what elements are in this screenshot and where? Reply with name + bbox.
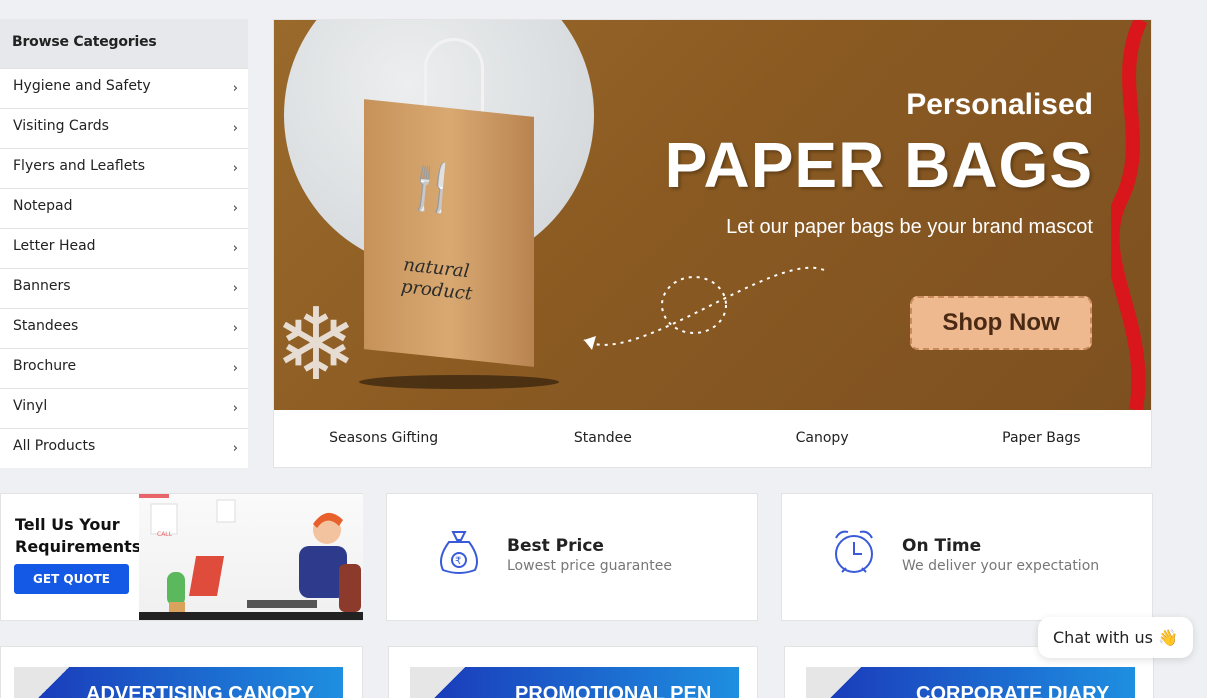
sidebar-item-letter-head[interactable]: Letter Head › bbox=[0, 228, 248, 268]
chat-with-us-button[interactable]: Chat with us 👋 bbox=[1038, 617, 1193, 658]
sidebar-item-label: Notepad bbox=[13, 198, 73, 214]
sidebar-item-label: Hygiene and Safety bbox=[13, 78, 151, 94]
sidebar-item-hygiene-and-safety[interactable]: Hygiene and Safety › bbox=[0, 68, 248, 108]
sidebar-item-label: Brochure bbox=[13, 358, 77, 374]
money-bag-icon: ₹ bbox=[437, 528, 481, 587]
best-price-card: ₹ Best Price Lowest price guarantee bbox=[386, 493, 758, 621]
sidebar-item-label: Flyers and Leaflets bbox=[13, 158, 146, 174]
chevron-right-icon: › bbox=[232, 241, 238, 256]
best-price-title: Best Price bbox=[507, 536, 604, 556]
tab-canopy[interactable]: Canopy bbox=[713, 410, 932, 467]
product-card-advertising-canopy[interactable]: ADVERTISING CANOPY bbox=[0, 646, 363, 698]
get-quote-card: Tell Us Your Requirements GET QUOTE CALL bbox=[0, 493, 363, 621]
product-banner: CORPORATE DIARY bbox=[806, 667, 1135, 698]
sidebar-item-label: All Products bbox=[13, 438, 96, 454]
waving-hand-icon: 👋 bbox=[1158, 628, 1178, 647]
alarm-clock-icon bbox=[830, 528, 878, 587]
product-banner-label: CORPORATE DIARY bbox=[916, 683, 1110, 698]
chevron-right-icon: › bbox=[232, 401, 238, 416]
hero-banner-image[interactable]: 🍴 natural product ❄ Personalised PAPER BA… bbox=[274, 20, 1151, 410]
chevron-right-icon: › bbox=[232, 321, 238, 336]
sidebar-item-label: Letter Head bbox=[13, 238, 96, 254]
chevron-right-icon: › bbox=[232, 441, 238, 456]
tab-seasons-gifting[interactable]: Seasons Gifting bbox=[274, 410, 493, 467]
sidebar-heading: Browse Categories bbox=[0, 19, 248, 68]
sidebar-item-standees[interactable]: Standees › bbox=[0, 308, 248, 348]
sidebar-item-vinyl[interactable]: Vinyl › bbox=[0, 388, 248, 428]
chevron-right-icon: › bbox=[232, 361, 238, 376]
sidebar-item-flyers-and-leaflets[interactable]: Flyers and Leaflets › bbox=[0, 148, 248, 188]
support-agent-illustration: CALL bbox=[139, 494, 363, 620]
on-time-card: On Time We deliver your expectation bbox=[781, 493, 1153, 621]
tab-paper-bags[interactable]: Paper Bags bbox=[932, 410, 1151, 467]
tab-standee[interactable]: Standee bbox=[493, 410, 712, 467]
best-price-subtitle: Lowest price guarantee bbox=[507, 558, 672, 574]
banner-pretitle: Personalised bbox=[906, 88, 1093, 121]
sidebar-item-visiting-cards[interactable]: Visiting Cards › bbox=[0, 108, 248, 148]
chevron-right-icon: › bbox=[232, 281, 238, 296]
call-label: CALL bbox=[157, 531, 173, 538]
sidebar-item-label: Vinyl bbox=[13, 398, 48, 414]
sidebar-item-notepad[interactable]: Notepad › bbox=[0, 188, 248, 228]
product-banner-label: ADVERTISING CANOPY bbox=[86, 683, 314, 698]
chevron-right-icon: › bbox=[232, 201, 238, 216]
chevron-right-icon: › bbox=[232, 81, 238, 96]
sidebar-item-all-products[interactable]: All Products › bbox=[0, 428, 248, 468]
product-banner: PROMOTIONAL PEN bbox=[410, 667, 739, 698]
banner-title: PAPER BAGS bbox=[664, 129, 1093, 201]
category-sidebar: Browse Categories Hygiene and Safety › Vi… bbox=[0, 19, 248, 468]
sidebar-item-label: Standees bbox=[13, 318, 79, 334]
product-banner: ADVERTISING CANOPY bbox=[14, 667, 343, 698]
on-time-title: On Time bbox=[902, 536, 982, 556]
quote-title: Tell Us Your Requirements bbox=[15, 515, 142, 556]
on-time-subtitle: We deliver your expectation bbox=[902, 558, 1100, 574]
sidebar-item-brochure[interactable]: Brochure › bbox=[0, 348, 248, 388]
shop-now-button[interactable]: Shop Now bbox=[910, 296, 1092, 350]
hero-carousel: 🍴 natural product ❄ Personalised PAPER BA… bbox=[273, 19, 1152, 468]
chat-label: Chat with us bbox=[1053, 628, 1153, 647]
carousel-tabs: Seasons Gifting Standee Canopy Paper Bag… bbox=[274, 410, 1151, 467]
product-banner-label: PROMOTIONAL PEN bbox=[515, 683, 712, 698]
get-quote-button[interactable]: GET QUOTE bbox=[14, 564, 129, 594]
sidebar-item-label: Banners bbox=[13, 278, 71, 294]
sidebar-item-label: Visiting Cards bbox=[13, 118, 109, 134]
chevron-right-icon: › bbox=[232, 161, 238, 176]
chevron-right-icon: › bbox=[232, 121, 238, 136]
dotted-arrow-graphic bbox=[583, 266, 825, 350]
banner-subtitle: Let our paper bags be your brand mascot bbox=[726, 216, 1093, 238]
svg-text:₹: ₹ bbox=[455, 556, 461, 567]
product-card-promotional-pen[interactable]: PROMOTIONAL PEN bbox=[388, 646, 758, 698]
sidebar-item-banners[interactable]: Banners › bbox=[0, 268, 248, 308]
